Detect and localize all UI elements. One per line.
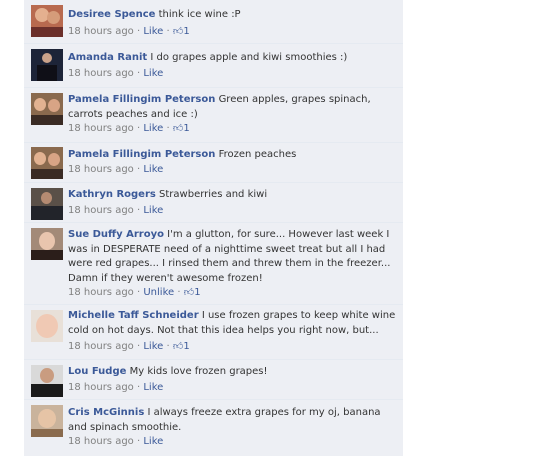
like-button[interactable]: Like: [143, 26, 163, 37]
comment: Cris McGinnis I always freeze extra grap…: [24, 399, 403, 456]
commenter-name[interactable]: Desiree Spence: [68, 9, 155, 20]
avatar[interactable]: [31, 228, 63, 260]
timestamp[interactable]: 18 hours ago: [68, 436, 134, 447]
comment: Desiree Spence think ice wine :P 18 hour…: [24, 0, 403, 43]
timestamp[interactable]: 18 hours ago: [68, 205, 134, 216]
timestamp[interactable]: 18 hours ago: [68, 164, 134, 175]
timestamp[interactable]: 18 hours ago: [68, 341, 134, 352]
like-button[interactable]: Like: [143, 68, 163, 79]
timestamp[interactable]: 18 hours ago: [68, 123, 134, 134]
like-button[interactable]: Like: [143, 382, 163, 393]
comment: Pamela Fillingim Peterson Green apples, …: [24, 87, 403, 142]
comment: Pamela Fillingim Peterson Frozen peaches…: [24, 142, 403, 182]
comment-meta: 18 hours ago · Like: [68, 164, 164, 175]
comment: Michelle Taff Schneider I use frozen gra…: [24, 304, 403, 359]
comment-thread: Desiree Spence think ice wine :P 18 hour…: [24, 0, 403, 456]
timestamp[interactable]: 18 hours ago: [68, 287, 134, 298]
thumbs-up-icon[interactable]: 👍︎: [173, 341, 183, 352]
comment: Lou Fudge My kids love frozen grapes! 18…: [24, 359, 403, 399]
comment: Amanda Ranit I do grapes apple and kiwi …: [24, 43, 403, 87]
comment-text: I do grapes apple and kiwi smoothies :): [150, 52, 348, 63]
like-count[interactable]: 1: [194, 287, 200, 298]
unlike-button[interactable]: Unlike: [143, 287, 174, 298]
like-button[interactable]: Like: [143, 341, 163, 352]
comment-meta: 18 hours ago · Like: [68, 68, 164, 79]
commenter-name[interactable]: Amanda Ranit: [68, 52, 147, 63]
comment-meta: 18 hours ago · Like: [68, 382, 164, 393]
comment-meta: 18 hours ago · Unlike · 👍︎1: [68, 287, 201, 298]
comment-meta: 18 hours ago · Like: [68, 436, 164, 447]
like-count[interactable]: 1: [183, 26, 189, 37]
like-button[interactable]: Like: [143, 205, 163, 216]
avatar[interactable]: [31, 5, 63, 37]
timestamp[interactable]: 18 hours ago: [68, 68, 134, 79]
commenter-name[interactable]: Kathryn Rogers: [68, 189, 156, 200]
comment-meta: 18 hours ago · Like · 👍︎1: [68, 123, 190, 134]
like-count[interactable]: 1: [183, 123, 189, 134]
thumbs-up-icon[interactable]: 👍︎: [184, 287, 194, 298]
avatar[interactable]: [31, 188, 63, 220]
like-button[interactable]: Like: [143, 436, 163, 447]
timestamp[interactable]: 18 hours ago: [68, 382, 134, 393]
comment: Kathryn Rogers Strawberries and kiwi 18 …: [24, 182, 403, 222]
timestamp[interactable]: 18 hours ago: [68, 26, 134, 37]
commenter-name[interactable]: Michelle Taff Schneider: [68, 310, 199, 321]
comment-text: Frozen peaches: [218, 149, 297, 160]
comment-text: think ice wine :P: [158, 9, 241, 20]
commenter-name[interactable]: Pamela Fillingim Peterson: [68, 149, 215, 160]
avatar[interactable]: [31, 405, 63, 437]
comment-meta: 18 hours ago · Like · 👍︎1: [68, 341, 190, 352]
comment-meta: 18 hours ago · Like: [68, 205, 164, 216]
like-button[interactable]: Like: [143, 164, 163, 175]
avatar[interactable]: [31, 147, 63, 179]
comment-text: My kids love frozen grapes!: [129, 366, 268, 377]
avatar[interactable]: [31, 93, 63, 125]
commenter-name[interactable]: Sue Duffy Arroyo: [68, 229, 164, 240]
comment-text: Strawberries and kiwi: [159, 189, 268, 200]
avatar[interactable]: [31, 49, 63, 81]
thumbs-up-icon[interactable]: 👍︎: [173, 123, 183, 134]
avatar[interactable]: [31, 310, 63, 342]
comment: Sue Duffy Arroyo I'm a glutton, for sure…: [24, 222, 403, 304]
commenter-name[interactable]: Pamela Fillingim Peterson: [68, 94, 215, 105]
like-count[interactable]: 1: [183, 341, 189, 352]
comment-meta: 18 hours ago · Like · 👍︎1: [68, 26, 190, 37]
commenter-name[interactable]: Lou Fudge: [68, 366, 126, 377]
commenter-name[interactable]: Cris McGinnis: [68, 407, 144, 418]
thumbs-up-icon[interactable]: 👍︎: [173, 26, 183, 37]
avatar[interactable]: [31, 365, 63, 397]
like-button[interactable]: Like: [143, 123, 163, 134]
